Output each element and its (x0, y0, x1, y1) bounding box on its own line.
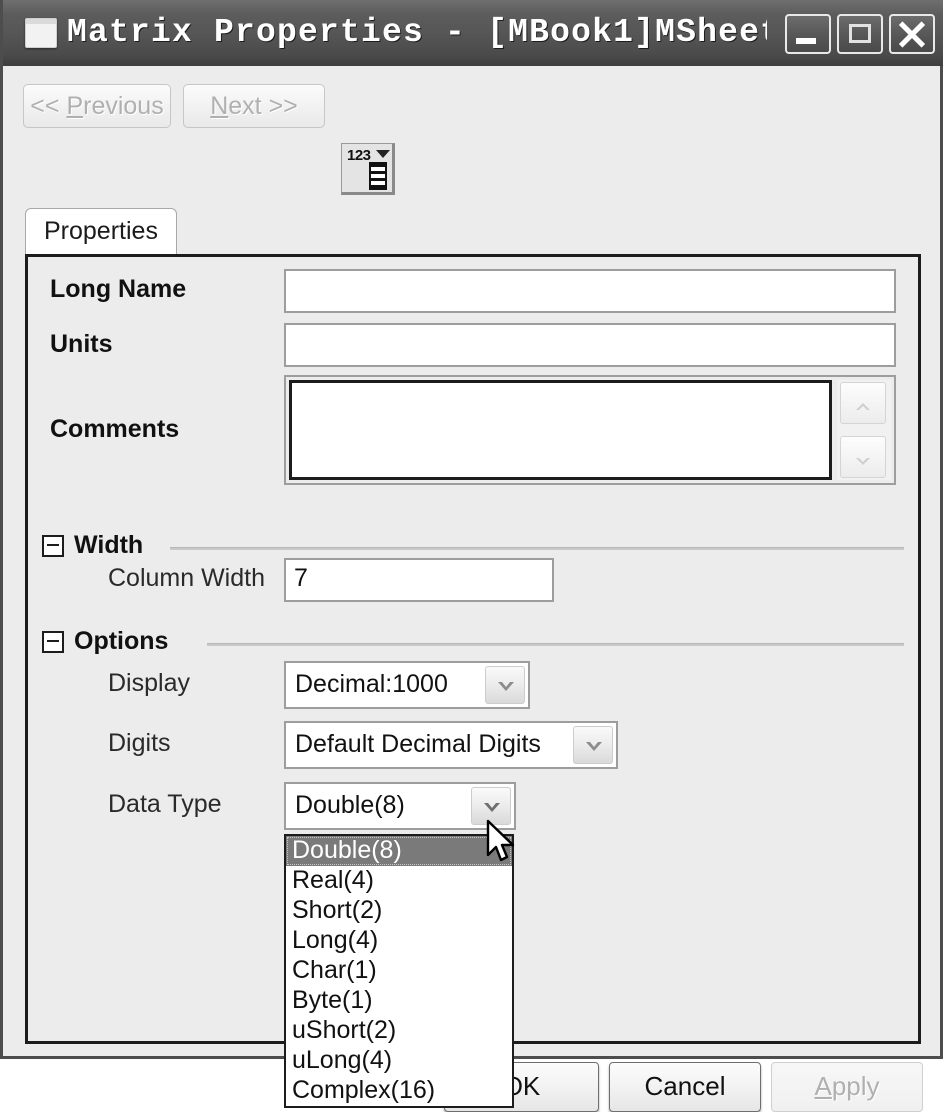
long-name-label: Long Name (50, 275, 187, 303)
column-width-input[interactable]: 7 (284, 558, 554, 602)
scroll-up-button[interactable] (840, 382, 886, 424)
window-icon (25, 18, 57, 48)
comments-input[interactable] (289, 380, 832, 480)
tab-properties-label: Properties (44, 217, 158, 245)
display-dropdown-button[interactable] (485, 666, 525, 704)
apply-button[interactable]: Apply (771, 1062, 923, 1112)
tab-strip: Properties (3, 208, 940, 254)
comments-field-wrapper (284, 375, 896, 485)
long-name-input[interactable] (284, 269, 896, 313)
comments-scrollbar[interactable] (837, 380, 891, 480)
chevron-down-icon (583, 736, 605, 756)
tab-properties[interactable]: Properties (25, 208, 177, 254)
dialog-client-area: << Previous Next >> 123 Properties Long … (3, 66, 940, 1112)
next-button-label: Next >> (210, 92, 298, 120)
dropdown-item[interactable]: Double(8) (286, 836, 512, 866)
display-combobox[interactable]: Decimal:1000 (284, 661, 530, 709)
collapse-minus-icon[interactable] (42, 535, 64, 557)
number-format-button[interactable]: 123 (341, 143, 395, 195)
dropdown-item[interactable]: Byte(1) (286, 986, 512, 1016)
next-button[interactable]: Next >> (183, 84, 325, 128)
digits-dropdown-button[interactable] (573, 726, 613, 764)
cancel-button[interactable]: Cancel (609, 1062, 761, 1112)
section-divider (170, 547, 904, 550)
dropdown-item[interactable]: Char(1) (286, 956, 512, 986)
apply-button-label: Apply (814, 1071, 880, 1101)
data-type-dropdown-list[interactable]: Double(8) Real(4) Short(2) Long(4) Char(1) By… (284, 834, 514, 1108)
column-width-label: Column Width (108, 564, 265, 592)
data-type-label: Data Type (108, 790, 222, 818)
window-title: Matrix Properties - [MBook1]MSheet1!... (67, 14, 767, 51)
titlebar: Matrix Properties - [MBook1]MSheet1!... (3, 0, 943, 66)
previous-button-label: << Previous (30, 92, 164, 120)
chevron-down-icon (376, 150, 390, 158)
digits-label: Digits (108, 729, 171, 757)
dropdown-item[interactable]: Real(4) (286, 866, 512, 896)
navigation-toolbar: << Previous Next >> (3, 72, 940, 134)
minimize-button[interactable] (785, 14, 831, 54)
digits-value: Default Decimal Digits (295, 730, 541, 758)
units-label: Units (50, 330, 113, 358)
matrix-properties-dialog: Matrix Properties - [MBook1]MSheet1!... … (0, 0, 943, 1112)
display-label: Display (108, 669, 190, 697)
section-options-title: Options (74, 627, 169, 655)
dropdown-item[interactable]: uShort(2) (286, 1016, 512, 1046)
section-width[interactable]: Width (42, 531, 904, 561)
collapse-minus-icon[interactable] (42, 631, 64, 653)
dropdown-item[interactable]: Complex(16) (286, 1076, 512, 1106)
digits-combobox[interactable]: Default Decimal Digits (284, 721, 618, 769)
data-type-value: Double(8) (295, 791, 405, 819)
chevron-up-icon (853, 397, 873, 417)
data-type-combobox[interactable]: Double(8) (284, 782, 516, 830)
section-width-title: Width (74, 531, 144, 559)
section-divider (207, 643, 904, 646)
dropdown-item[interactable]: Short(2) (286, 896, 512, 926)
chevron-down-icon (495, 676, 517, 696)
number-format-icon: 123 (347, 147, 371, 164)
cancel-button-label: Cancel (644, 1071, 726, 1101)
display-value: Decimal:1000 (295, 670, 448, 698)
chevron-down-icon (481, 797, 503, 817)
scroll-down-button[interactable] (840, 436, 886, 478)
dropdown-item[interactable]: Long(4) (286, 926, 512, 956)
maximize-button[interactable] (837, 14, 883, 54)
units-input[interactable] (284, 323, 896, 367)
dropdown-item[interactable]: uLong(4) (286, 1046, 512, 1076)
comments-label: Comments (50, 415, 180, 443)
chevron-down-icon (853, 451, 873, 471)
section-options[interactable]: Options (42, 627, 904, 657)
data-type-dropdown-button[interactable] (471, 787, 511, 825)
close-button[interactable] (889, 14, 935, 54)
previous-button[interactable]: << Previous (23, 84, 171, 128)
list-stack-icon (369, 162, 387, 190)
